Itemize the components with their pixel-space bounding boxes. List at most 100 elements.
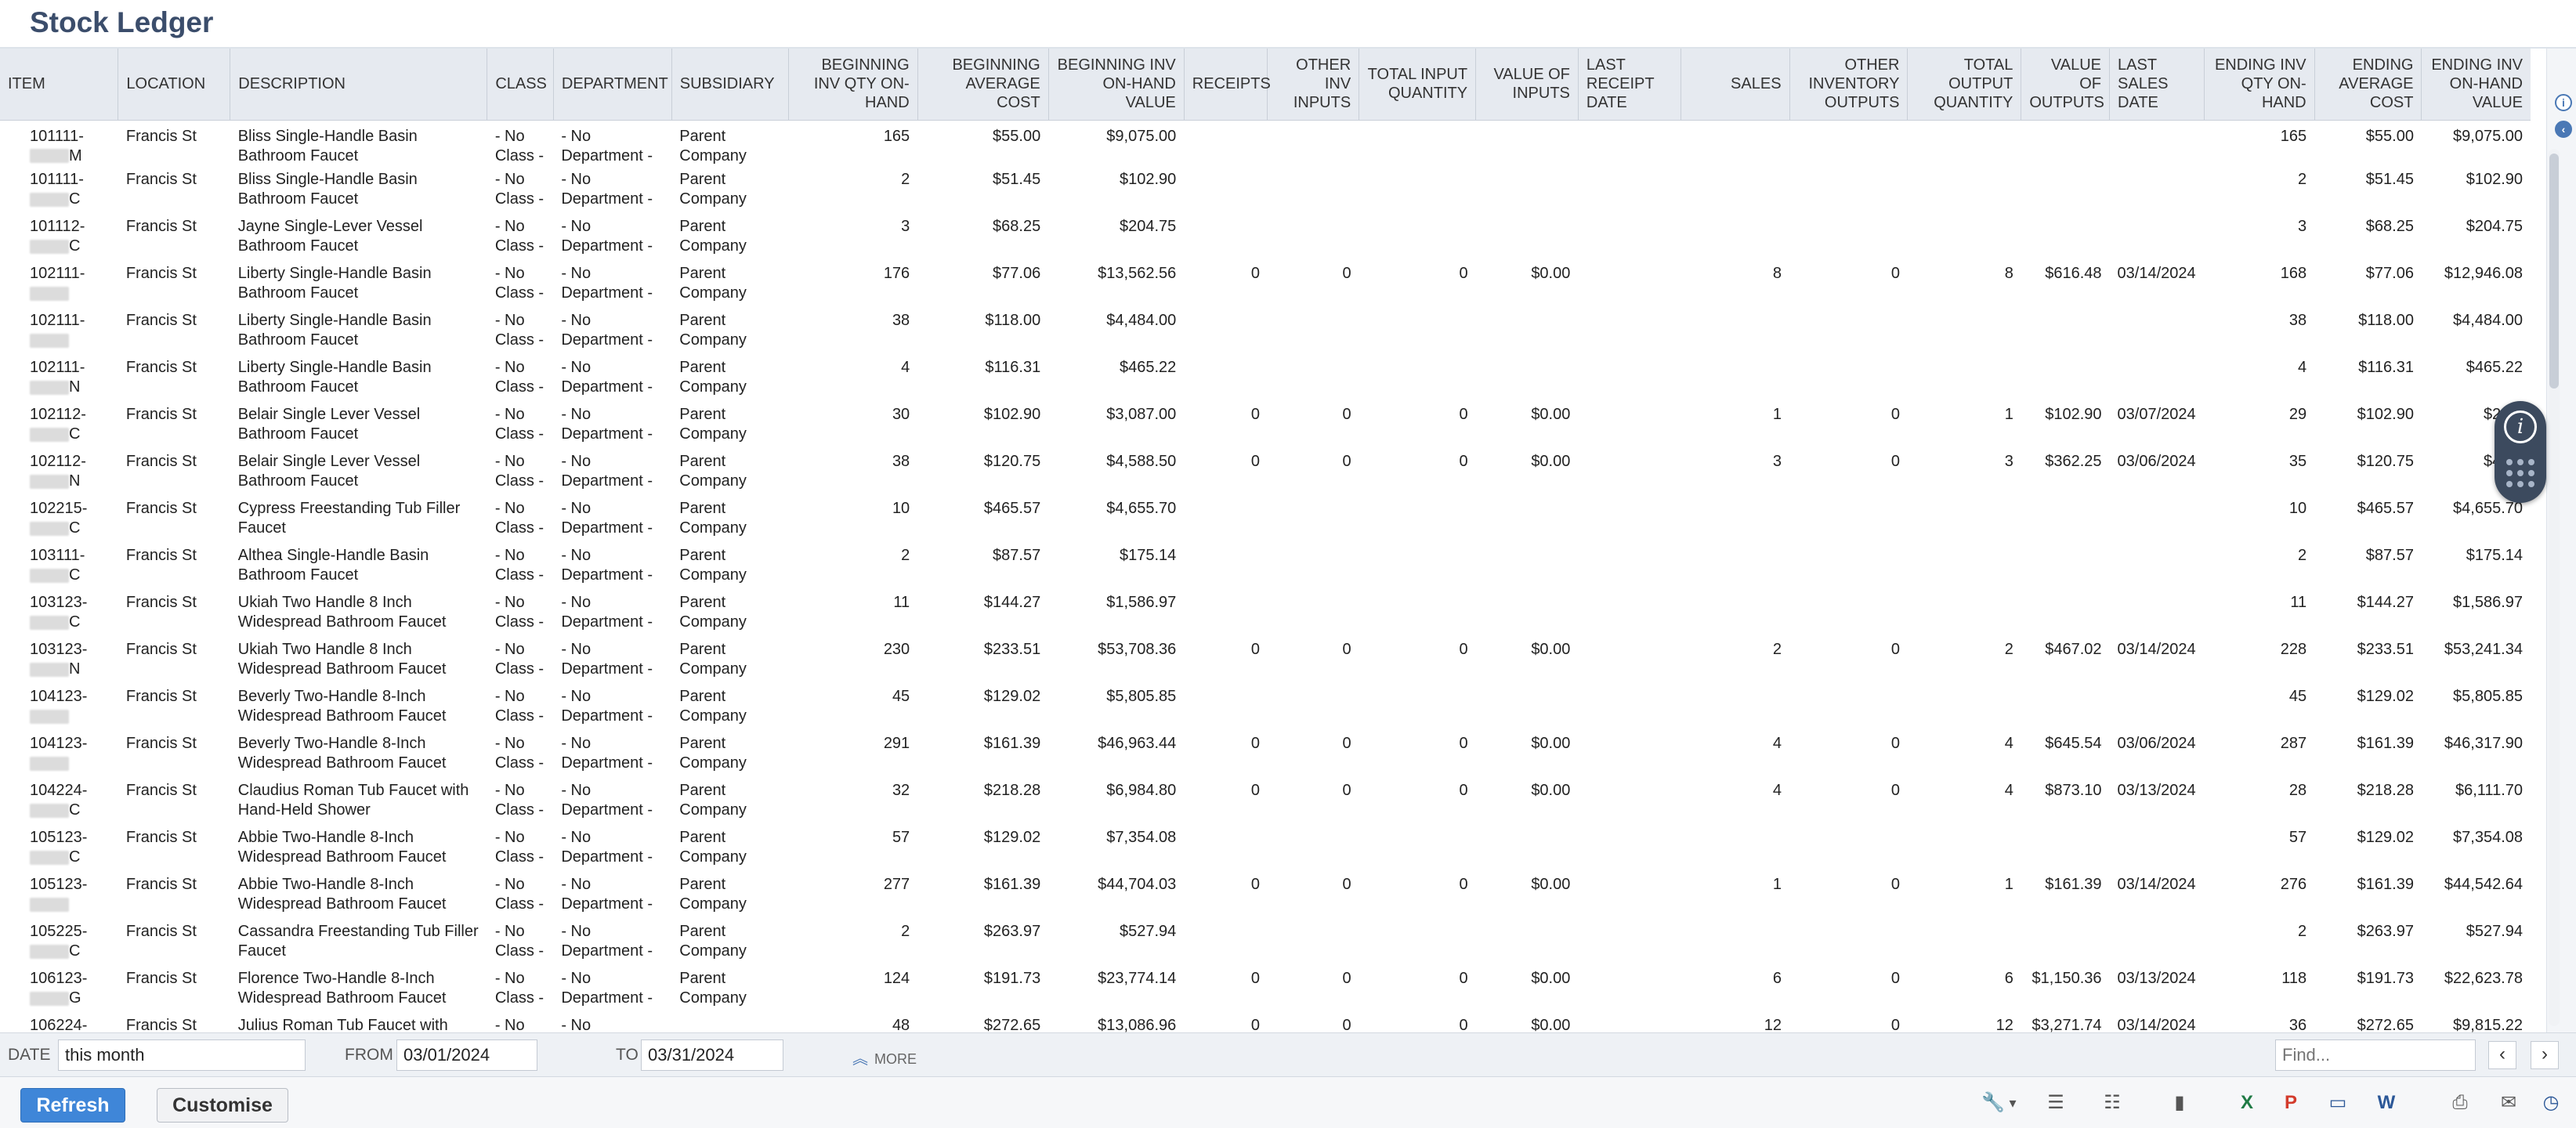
cell-item-number: 101111- M [0,120,118,167]
item-number[interactable]: 105123- [30,829,87,846]
item-number[interactable]: 105123- [30,876,87,893]
export-document-icon[interactable]: ▭ [2325,1091,2350,1115]
col-header-receipts[interactable]: RECEIPTS [1183,49,1271,121]
item-number[interactable]: 101111- [30,171,84,188]
col-header-ending-avg-cost[interactable]: ENDING AVERAGE COST [2314,49,2422,121]
item-number[interactable]: 103123- [30,641,87,658]
item-number[interactable]: 101112- [30,218,85,235]
table-row[interactable]: 101111- M Francis St Bliss Single-Handle Ba… [0,120,2531,167]
export-pdf-icon[interactable]: P [2278,1091,2303,1115]
col-header-total-output[interactable]: TOTAL OUTPUT QUANTITY [1907,49,2021,121]
refresh-button[interactable]: Refresh [20,1088,125,1123]
table-row[interactable]: 106123- G Francis St Florence Two-Handle 8-… [0,966,2531,1013]
cell-ending-value: $7,354.08 [2453,829,2523,846]
export-excel-icon[interactable]: X [2234,1091,2259,1115]
col-header-subsidiary[interactable]: SUBSIDIARY [671,49,789,121]
col-header-sales[interactable]: SALES [1680,49,1790,121]
table-row[interactable]: 102112- C Francis St Belair Single Lever Ve… [0,402,2531,449]
table-row[interactable]: 101112- C Francis St Jayne Single-Lever Ves… [0,214,2531,261]
cell-beginning-qty: 2 [901,923,910,940]
table-row[interactable]: 103111- C Francis St Althea Single-Handle B… [0,543,2531,590]
redacted-item-code [30,944,69,959]
sort-ascending-icon[interactable]: ☰ [2043,1091,2068,1115]
item-number[interactable]: 102111- [30,359,85,376]
col-header-description[interactable]: DESCRIPTION [230,49,487,121]
item-number[interactable]: 106224- [30,1017,87,1032]
item-number[interactable]: 102215- [30,500,87,517]
more-filters-toggle[interactable]: ︽ MORE [852,1046,917,1068]
print-icon[interactable]: ⎙ [2448,1091,2473,1115]
col-header-last-sales-date[interactable]: LAST SALES DATE [2109,49,2205,121]
item-number[interactable]: 102111- [30,265,85,282]
schedule-icon[interactable]: ◷ [2538,1091,2563,1115]
col-header-total-input[interactable]: TOTAL INPUT QUANTITY [1359,49,1476,121]
item-number[interactable]: 102112- [30,406,86,423]
col-header-last-receipt-date[interactable]: LAST RECEIPT DATE [1577,49,1681,121]
cell-value-inputs: $0.00 [1531,876,1571,893]
find-input[interactable] [2275,1039,2476,1071]
cell-beginning-avg-cost: $233.51 [983,641,1041,658]
date-filter-input[interactable] [58,1039,306,1071]
col-header-department[interactable]: DEPARTMENT [552,49,672,121]
table-row[interactable]: 103123- C Francis St Ukiah Two Handle 8 Inc… [0,590,2531,637]
info-icon[interactable]: i [2504,410,2537,443]
table-row[interactable]: 104123- Francis St Beverly Two-Handle 8-In… [0,684,2531,731]
item-number[interactable]: 105225- [30,923,87,940]
col-header-class[interactable]: CLASS [487,49,554,121]
col-header-beginning-qty[interactable]: BEGINNING INV QTY ON-HAND [787,49,918,121]
cell-beginning-qty: 4 [901,359,910,376]
scrollbar-thumb[interactable] [2549,154,2559,389]
item-number[interactable]: 104123- [30,735,87,752]
table-row[interactable]: 102111- Francis St Liberty Single-Handle B… [0,308,2531,355]
to-date-input[interactable] [641,1039,783,1071]
col-header-ending-value[interactable]: ENDING INV ON-HAND VALUE [2421,49,2531,121]
table-row[interactable]: 104123- Francis St Beverly Two-Handle 8-In… [0,731,2531,778]
app-grid-icon[interactable] [2506,459,2534,487]
col-header-other-inputs[interactable]: OTHER INV INPUTS [1267,49,1359,121]
item-number[interactable]: 106123- [30,970,87,987]
item-number[interactable]: 102111- [30,312,85,329]
cell-receipts [1184,167,1268,214]
table-row[interactable]: 106224- Francis St Julius Roman Tub Faucet… [0,1013,2531,1032]
col-header-beginning-value[interactable]: BEGINNING INV ON-HAND VALUE [1047,49,1185,121]
export-word-icon[interactable]: W [2374,1091,2399,1115]
table-row[interactable]: 105123- Francis St Abbie Two-Handle 8-Inch… [0,872,2531,919]
find-next-button[interactable]: › [2531,1041,2559,1069]
from-date-input[interactable] [396,1039,537,1071]
cell-beginning-qty: 38 [892,453,910,470]
floating-help-widget[interactable]: i [2495,401,2546,503]
info-icon[interactable]: i [2555,94,2572,111]
col-header-value-outputs[interactable]: VALUE OF OUTPUTS [2021,49,2110,121]
item-number[interactable]: 103111- [30,547,85,564]
table-row[interactable]: 102111- Francis St Liberty Single-Handle B… [0,261,2531,308]
item-number[interactable]: 102112- [30,453,86,470]
col-header-ending-qty[interactable]: ENDING INV QTY ON-HAND [2203,49,2315,121]
table-row[interactable]: 104224- C Francis St Claudius Roman Tub Fau… [0,778,2531,825]
col-header-other-outputs[interactable]: OTHER INVENTORY OUTPUTS [1789,49,1908,121]
item-number[interactable]: 104224- [30,782,87,799]
cell-sales [1681,167,1789,214]
chart-icon[interactable]: ▮ [2167,1091,2192,1115]
table-row[interactable]: 102215- C Francis St Cypress Freestanding T… [0,496,2531,543]
table-row[interactable]: 102112- N Francis St Belair Single Lever Ve… [0,449,2531,496]
table-row[interactable]: 105123- C Francis St Abbie Two-Handle 8-Inc… [0,825,2531,872]
item-number[interactable]: 101111- [30,128,84,145]
col-header-beginning-avg-cost[interactable]: BEGINNING AVERAGE COST [917,49,1049,121]
col-header-item[interactable]: ITEM [0,49,118,121]
collapse-panel-icon[interactable]: ‹ [2555,121,2572,138]
col-header-location[interactable]: LOCATION [118,49,230,121]
item-number[interactable]: 103123- [30,594,87,611]
cell-value-inputs: $0.00 [1531,735,1571,752]
wrench-icon[interactable]: 🔧 [1981,1091,2006,1115]
table-row[interactable]: 102111- N Francis St Liberty Single-Handle … [0,355,2531,402]
sort-descending-icon[interactable]: ☷ [2100,1091,2125,1115]
table-row[interactable]: 105225- C Francis St Cassandra Freestanding… [0,919,2531,966]
table-row[interactable]: 101111- C Francis St Bliss Single-Handle Ba… [0,167,2531,214]
find-previous-button[interactable]: ‹ [2488,1041,2516,1069]
chevron-down-icon[interactable]: ▾ [2006,1091,2020,1115]
item-number[interactable]: 104123- [30,688,87,705]
email-icon[interactable]: ✉ [2496,1091,2521,1115]
table-row[interactable]: 103123- N Francis St Ukiah Two Handle 8 Inc… [0,637,2531,684]
customise-button[interactable]: Customise [157,1088,288,1123]
col-header-value-inputs[interactable]: VALUE OF INPUTS [1475,49,1579,121]
